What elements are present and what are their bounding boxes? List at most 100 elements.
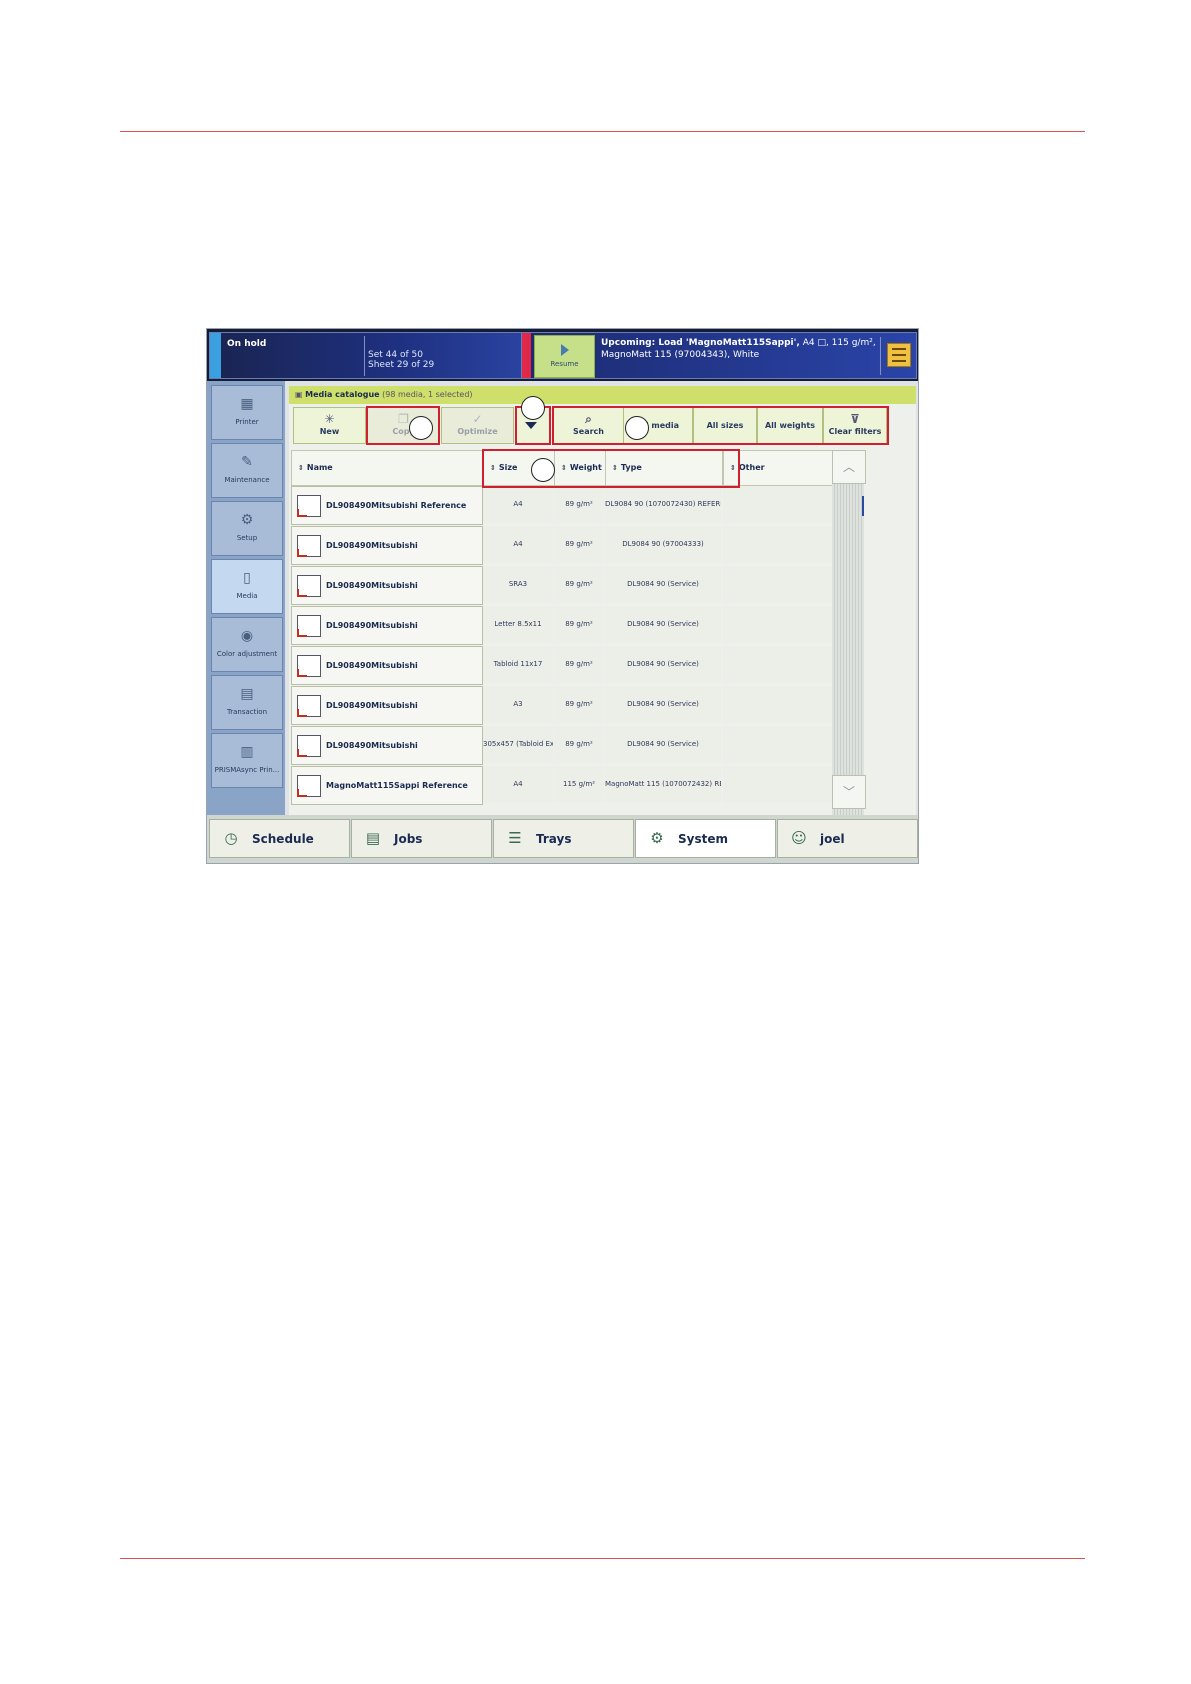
job-status-panel[interactable]: On hold Set 44 of 50 Sheet 29 of 29 — [209, 332, 522, 379]
bottom-tab-bar: ◷ Schedule ▤ Jobs ☰ Trays ⚙ System ☺ joel — [207, 815, 918, 863]
nav-item-setup[interactable]: ⚙ Setup — [211, 501, 283, 556]
tab-system[interactable]: ⚙ System — [635, 819, 776, 858]
new-button[interactable]: ✳ New — [293, 407, 366, 444]
header-label: Name — [306, 463, 333, 472]
cell-size: A4 — [483, 766, 553, 803]
scrollbar-thumb[interactable] — [862, 496, 864, 516]
tab-jobs[interactable]: ▤ Jobs — [351, 819, 492, 858]
nav-item-media[interactable]: ▯ Media — [211, 559, 283, 614]
tab-trays[interactable]: ☰ Trays — [493, 819, 634, 858]
table-row[interactable]: DL908490Mitsubishi Reference A4 89 g/m² … — [291, 486, 898, 525]
cell-type: DL9084 90 (Service) — [605, 566, 721, 603]
cell-type: DL9084 90 (Service) — [605, 686, 721, 723]
table-row[interactable]: DL908490Mitsubishi 305x457 (Tabloid Ex..… — [291, 726, 898, 765]
cell-name: DL908490Mitsubishi — [291, 526, 483, 565]
jobs-icon: ▤ — [365, 829, 381, 847]
catalogue-title: Media catalogue — [305, 390, 380, 399]
cell-weight: 115 g/m² — [554, 766, 604, 803]
cell-weight: 89 g/m² — [554, 646, 604, 683]
media-icon: ▯ — [243, 570, 251, 586]
nav-item-maintenance[interactable]: ✎ Maintenance — [211, 443, 283, 498]
upcoming-title: Upcoming: Load 'MagnoMatt115Sappi', — [601, 338, 800, 348]
resume-button[interactable]: Resume — [534, 335, 595, 378]
cell-weight: 89 g/m² — [554, 566, 604, 603]
menu-line-icon — [892, 354, 906, 356]
cell-size: Letter 8.5x11 — [483, 606, 553, 643]
column-header-name[interactable]: ⇕ Name — [291, 450, 483, 486]
schedule-icon: ◷ — [224, 829, 238, 847]
tab-label: System — [678, 832, 728, 846]
optimize-label: Optimize — [457, 427, 498, 436]
new-label: New — [319, 427, 340, 436]
tab-label: Jobs — [394, 832, 423, 846]
resume-label: Resume — [550, 360, 579, 368]
cell-name: DL908490Mitsubishi — [291, 606, 483, 645]
chevron-down-icon: ﹀ — [842, 785, 855, 799]
cell-other — [723, 686, 833, 723]
cell-other — [723, 606, 833, 643]
table-row[interactable]: DL908490Mitsubishi A4 89 g/m² DL9084 90 … — [291, 526, 898, 565]
table-row[interactable]: DL908490Mitsubishi SRA3 89 g/m² DL9084 9… — [291, 566, 898, 605]
attention-indicator — [522, 333, 531, 378]
optimize-button[interactable]: ✓ Optimize — [441, 407, 514, 444]
table-row[interactable]: MagnoMatt115Sappi Reference A4 115 g/m² … — [291, 766, 898, 805]
cell-weight: 89 g/m² — [554, 606, 604, 643]
nav-label: Printer — [235, 418, 259, 426]
nav-item-prismasync[interactable]: ▥ PRISMAsync Prin... — [211, 733, 283, 788]
upcoming-panel: Resume Upcoming: Load 'MagnoMatt115Sappi… — [521, 332, 917, 379]
prismasync-icon: ▥ — [240, 744, 254, 760]
cell-name: DL908490Mitsubishi — [291, 566, 483, 605]
cell-weight: 89 g/m² — [554, 486, 604, 523]
status-divider — [364, 336, 365, 376]
cell-type: DL9084 90 (Service) — [605, 606, 721, 643]
scroll-down-button[interactable]: ﹀ — [832, 775, 866, 809]
media-thumbnail-icon — [297, 495, 321, 517]
table-row[interactable]: DL908490Mitsubishi A3 89 g/m² DL9084 90 … — [291, 686, 898, 725]
cell-other — [723, 726, 833, 763]
scroll-up-button[interactable]: ︿ — [832, 450, 866, 484]
catalogue-count: (98 media, 1 selected) — [382, 390, 473, 399]
system-icon: ⚙ — [650, 829, 664, 847]
cell-size: A3 — [483, 686, 553, 723]
nav-item-printer[interactable]: ▦ Printer — [211, 385, 283, 440]
cell-weight: 89 g/m² — [554, 526, 604, 563]
header-rule — [120, 131, 1085, 132]
queue-menu-button[interactable] — [887, 343, 911, 367]
cell-size: A4 — [483, 486, 553, 523]
media-name: DL908490Mitsubishi — [326, 701, 418, 710]
cell-type: MagnoMatt 115 (1070072432) REF... — [605, 766, 721, 803]
nav-label: Setup — [236, 534, 258, 542]
media-thumbnail-icon — [297, 775, 321, 797]
color-adjustment-icon: ◉ — [240, 628, 254, 644]
footer-rule — [120, 1558, 1085, 1559]
cell-name: DL908490Mitsubishi — [291, 646, 483, 685]
play-icon — [560, 344, 569, 356]
tab-label: joel — [820, 832, 845, 846]
header-label: Other — [738, 463, 765, 472]
user-icon: ☺ — [791, 829, 807, 847]
setup-icon: ⚙ — [240, 512, 254, 528]
catalogue-heading: ▣ Media catalogue (98 media, 1 selected) — [295, 390, 473, 399]
media-thumbnail-icon — [297, 535, 321, 557]
table-row[interactable]: DL908490Mitsubishi Letter 8.5x11 89 g/m²… — [291, 606, 898, 645]
cell-type: DL9084 90 (97004333) — [605, 526, 721, 563]
cell-size: 305x457 (Tabloid Ex... — [483, 726, 553, 763]
tab-user[interactable]: ☺ joel — [777, 819, 918, 858]
nav-item-transaction[interactable]: ▤ Transaction — [211, 675, 283, 730]
tab-schedule[interactable]: ◷ Schedule — [209, 819, 350, 858]
table-scrollbar[interactable] — [832, 484, 864, 815]
cell-other — [723, 566, 833, 603]
status-bar: On hold Set 44 of 50 Sheet 29 of 29 Resu… — [207, 329, 918, 381]
menu-line-icon — [892, 360, 906, 362]
cell-other — [723, 766, 833, 803]
cell-other — [723, 486, 833, 523]
nav-item-color-adjustment[interactable]: ◉ Color adjustment — [211, 617, 283, 672]
media-name: DL908490Mitsubishi — [326, 541, 418, 550]
media-name: DL908490Mitsubishi — [326, 661, 418, 670]
cell-type: DL9084 90 (Service) — [605, 646, 721, 683]
upcoming-media: A4 □, 115 g/m², — [802, 338, 876, 348]
table-row[interactable]: DL908490Mitsubishi Tabloid 11x17 89 g/m²… — [291, 646, 898, 685]
media-name: DL908490Mitsubishi — [326, 581, 418, 590]
cell-other — [723, 646, 833, 683]
set-progress: Set 44 of 50 Sheet 29 of 29 — [368, 350, 434, 370]
